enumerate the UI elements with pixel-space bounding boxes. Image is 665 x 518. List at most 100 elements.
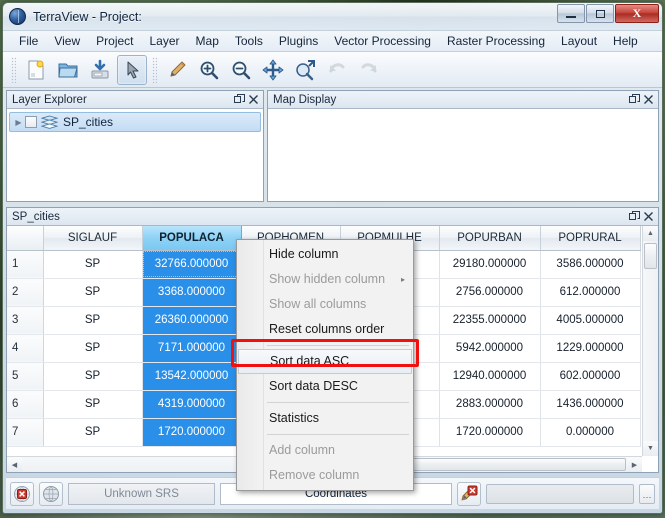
layer-tree: ▶ SP_cities <box>7 109 263 201</box>
attribute-table-title-bar: SP_cities <box>7 208 658 226</box>
cell-popurban[interactable]: 1720.000000 <box>439 418 541 447</box>
chevron-right-icon[interactable]: ▶ <box>12 118 25 127</box>
scroll-down-icon[interactable]: ▼ <box>643 441 658 456</box>
row-number[interactable]: 7 <box>7 418 44 447</box>
new-project-icon[interactable] <box>21 55 51 85</box>
row-number[interactable]: 4 <box>7 334 44 363</box>
table-header-populaca[interactable]: POPULACA <box>142 226 242 251</box>
cell-poprural[interactable]: 3586.000000 <box>540 250 641 279</box>
maximize-button[interactable] <box>586 4 614 23</box>
pointer-arrow-icon[interactable] <box>117 54 147 85</box>
menu-file[interactable]: File <box>11 32 46 50</box>
menu-map[interactable]: Map <box>188 32 227 50</box>
row-number[interactable]: 2 <box>7 278 44 307</box>
cell-populaca[interactable]: 4319.000000 <box>142 390 242 419</box>
row-number[interactable]: 1 <box>7 250 44 279</box>
close-icon[interactable] <box>641 93 655 107</box>
close-button[interactable]: X <box>615 4 659 23</box>
map-display-panel: Map Display <box>267 90 659 202</box>
cell-siglauf[interactable]: SP <box>43 418 143 447</box>
globe-stop-icon[interactable] <box>10 481 34 506</box>
scroll-left-icon[interactable]: ◀ <box>7 457 22 472</box>
menu-raster-processing[interactable]: Raster Processing <box>439 32 553 50</box>
chevron-right-icon: ▸ <box>400 275 405 284</box>
ctx-add-column: Add column <box>269 443 336 457</box>
zoom-out-icon[interactable] <box>226 55 256 85</box>
zoom-in-icon[interactable] <box>194 55 224 85</box>
minimize-button[interactable] <box>557 4 585 23</box>
cell-siglauf[interactable]: SP <box>43 362 143 391</box>
menu-layer[interactable]: Layer <box>142 32 188 50</box>
menu-layout[interactable]: Layout <box>553 32 605 50</box>
ctx-sort-data-desc[interactable]: Sort data DESC <box>237 374 413 399</box>
cell-popurban[interactable]: 29180.000000 <box>439 250 541 279</box>
ctx-reset-columns-order[interactable]: Reset columns order <box>237 317 413 342</box>
cell-populaca[interactable]: 7171.000000 <box>142 334 242 363</box>
ctx-hide-column[interactable]: Hide column <box>237 242 413 267</box>
cell-siglauf[interactable]: SP <box>43 278 143 307</box>
close-icon[interactable] <box>246 93 260 107</box>
cell-siglauf[interactable]: SP <box>43 306 143 335</box>
row-number[interactable]: 6 <box>7 390 44 419</box>
cell-populaca[interactable]: 1720.000000 <box>142 418 242 447</box>
cell-poprural[interactable]: 4005.000000 <box>540 306 641 335</box>
layer-tree-item-label: SP_cities <box>63 115 114 129</box>
globe-icon <box>9 8 26 25</box>
menu-plugins[interactable]: Plugins <box>271 32 326 50</box>
scroll-right-icon[interactable]: ▶ <box>627 457 642 472</box>
row-number[interactable]: 3 <box>7 306 44 335</box>
table-vertical-scrollbar[interactable]: ▲ ▼ <box>642 226 658 456</box>
open-folder-icon[interactable] <box>53 55 83 85</box>
ctx-remove-column: Remove column <box>269 468 360 482</box>
cell-poprural[interactable]: 1229.000000 <box>540 334 641 363</box>
cell-poprural[interactable]: 0.000000 <box>540 418 641 447</box>
toolbar-grip[interactable] <box>11 56 16 83</box>
pencil-draw-icon[interactable] <box>162 55 192 85</box>
cell-poprural[interactable]: 602.000000 <box>540 362 641 391</box>
save-project-icon[interactable] <box>85 55 115 85</box>
float-icon[interactable] <box>627 93 641 107</box>
vscroll-thumb[interactable] <box>644 243 657 269</box>
cell-siglauf[interactable]: SP <box>43 390 143 419</box>
table-header-poprural[interactable]: POPRURAL <box>540 226 641 251</box>
table-header-siglauf[interactable]: SIGLAUF <box>43 226 143 251</box>
menu-view[interactable]: View <box>46 32 88 50</box>
layer-visibility-checkbox[interactable] <box>25 116 37 128</box>
toolbar-grip-2[interactable] <box>152 56 157 83</box>
cell-popurban[interactable]: 22355.000000 <box>439 306 541 335</box>
progress-bar <box>486 483 634 504</box>
table-header-popurban[interactable]: POPURBAN <box>439 226 541 251</box>
menu-help[interactable]: Help <box>605 32 646 50</box>
cell-popurban[interactable]: 2756.000000 <box>439 278 541 307</box>
cell-siglauf[interactable]: SP <box>43 250 143 279</box>
zoom-extent-icon[interactable] <box>290 55 320 85</box>
cell-popurban[interactable]: 5942.000000 <box>439 334 541 363</box>
float-icon[interactable] <box>627 210 641 224</box>
pencil-stop-icon[interactable] <box>457 481 481 506</box>
row-number[interactable]: 5 <box>7 362 44 391</box>
cell-poprural[interactable]: 1436.000000 <box>540 390 641 419</box>
cell-populaca[interactable]: 13542.000000 <box>142 362 242 391</box>
menu-vector-processing[interactable]: Vector Processing <box>326 32 439 50</box>
cell-siglauf[interactable]: SP <box>43 334 143 363</box>
more-options-button[interactable]: ⋯ <box>639 483 655 504</box>
cell-popurban[interactable]: 2883.000000 <box>439 390 541 419</box>
layer-tree-item-sp-cities[interactable]: ▶ SP_cities <box>9 112 261 132</box>
globe-icon[interactable] <box>39 481 63 506</box>
menu-tools[interactable]: Tools <box>227 32 271 50</box>
cell-populaca[interactable]: 3368.000000 <box>142 278 242 307</box>
cell-popurban[interactable]: 12940.000000 <box>439 362 541 391</box>
cell-poprural[interactable]: 612.000000 <box>540 278 641 307</box>
menu-project[interactable]: Project <box>88 32 141 50</box>
cell-populaca[interactable]: 26360.000000 <box>142 306 242 335</box>
ctx-statistics[interactable]: Statistics <box>237 406 413 431</box>
cell-populaca[interactable]: 32766.000000 <box>142 250 242 279</box>
pan-icon[interactable] <box>258 55 288 85</box>
scroll-up-icon[interactable]: ▲ <box>643 226 658 241</box>
column-context-menu: Hide column Show hidden column ▸ Show al… <box>236 239 414 491</box>
float-icon[interactable] <box>232 93 246 107</box>
close-icon[interactable] <box>641 210 655 224</box>
srs-status-field[interactable]: Unknown SRS <box>68 482 215 505</box>
map-canvas[interactable] <box>268 109 658 201</box>
ctx-sort-data-asc[interactable]: Sort data ASC <box>238 349 412 374</box>
